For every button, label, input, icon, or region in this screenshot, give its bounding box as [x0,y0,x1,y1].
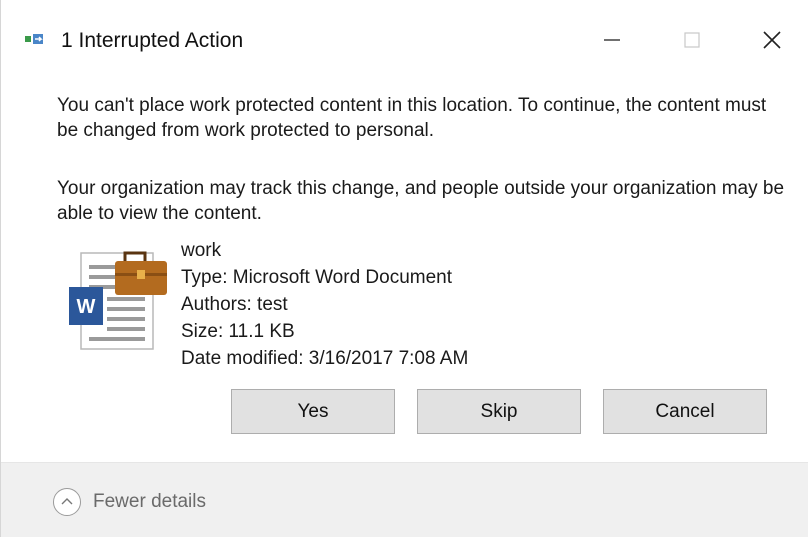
window-title: 1 Interrupted Action [61,29,244,52]
maximize-icon [682,30,702,55]
dialog-window: 1 Interrupted Action You can't place wor… [0,0,808,537]
warning-message: You can't place work protected content i… [57,95,767,141]
chevron-up-circle-icon [53,488,81,516]
file-date-modified: Date modified: 3/16/2017 7:08 AM [181,348,469,369]
word-document-work-icon: W [69,247,173,357]
file-name: work [181,240,222,261]
file-move-icon [25,32,47,48]
file-type: Type: Microsoft Word Document [181,267,453,288]
cancel-button[interactable]: Cancel [603,389,767,434]
file-size: Size: 11.1 KB [181,321,295,342]
fewer-details-toggle[interactable]: Fewer details [53,487,206,517]
maximize-button[interactable] [669,22,715,62]
skip-button[interactable]: Skip [417,389,581,434]
minimize-button[interactable] [589,22,635,62]
fewer-details-label: Fewer details [93,491,206,512]
close-button[interactable] [749,22,795,62]
minimize-icon [602,30,622,55]
file-authors: Authors: test [181,294,288,315]
tracking-notice: Your organization may track this change,… [57,178,785,224]
yes-button[interactable]: Yes [231,389,395,434]
file-details: work Type: Microsoft Word Document Autho… [181,237,468,372]
svg-text:W: W [77,296,96,318]
close-icon [761,29,783,56]
title-bar[interactable]: 1 Interrupted Action [1,0,808,80]
